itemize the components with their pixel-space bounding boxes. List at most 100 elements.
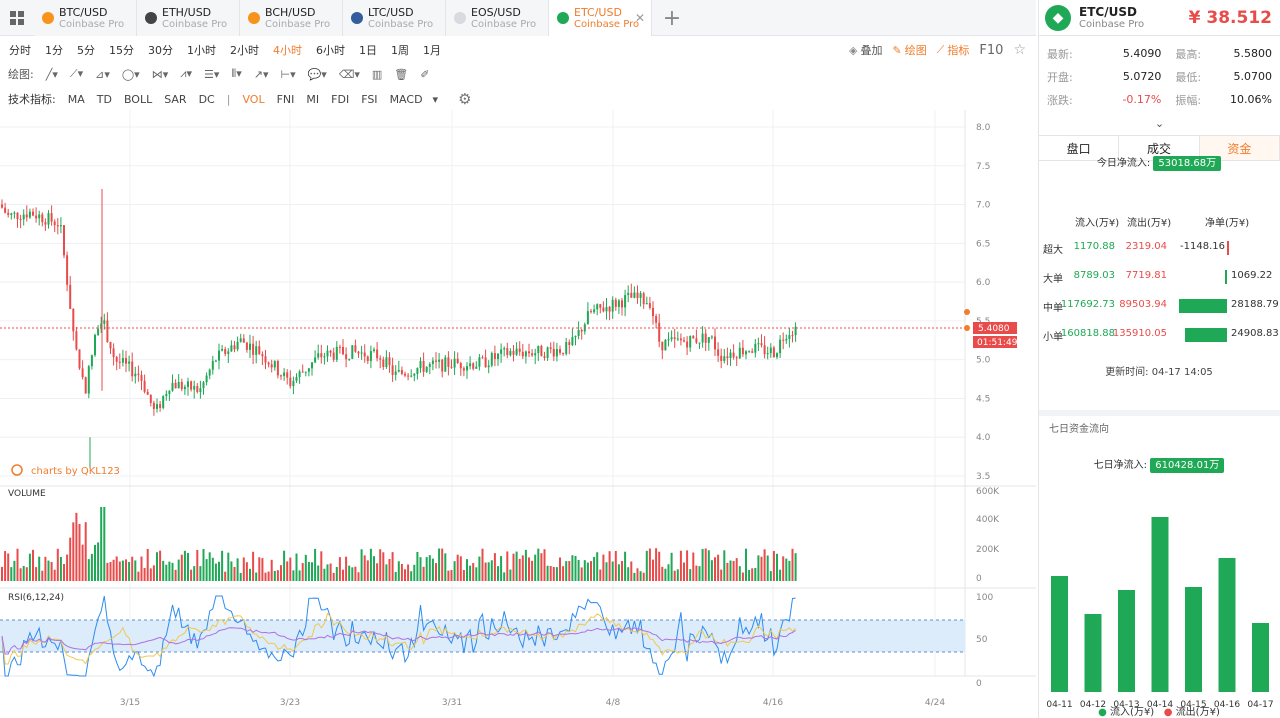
candle-body [614,299,617,307]
candle-body [450,366,453,368]
star-icon[interactable]: ☆ [1013,42,1026,58]
symbol-tab-etc-usd[interactable]: ETC/USD Coinbase Pro ✕ [549,0,652,36]
volume-bar [704,548,707,581]
volume-bar [301,563,304,581]
trash-icon[interactable]: 🗑 [394,68,408,81]
period-10[interactable]: 1周 [386,42,414,58]
indicator-boll[interactable]: BOLL [124,93,152,106]
candle-body [199,388,202,393]
ray-tool-icon[interactable]: ⟋▾ [70,67,83,81]
period-4[interactable]: 30分 [143,42,178,58]
stat-value: -0.17% [1122,93,1162,106]
fibonacci-tool-icon[interactable]: ☰▾ [204,68,219,81]
line-tool-icon[interactable]: ╱▾ [46,68,58,81]
period-8[interactable]: 6小时 [311,42,350,58]
expand-chevron-icon[interactable]: ⌄ [1039,117,1280,131]
indicator-fni[interactable]: FNI [277,93,295,106]
symbol-tab-eth-usd[interactable]: ETH/USD Coinbase Pro [137,0,240,36]
volume-bar [236,558,239,581]
arrow-tool-icon[interactable]: ↗▾ [254,68,269,81]
candle-body [320,353,323,358]
grid-menu-icon[interactable] [0,0,34,36]
indicator-button[interactable]: ⟋ 指标 [937,42,970,58]
volume-bar [515,551,518,581]
period-7[interactable]: 4小时 [268,42,307,58]
period-3[interactable]: 15分 [104,42,139,58]
draw-button[interactable]: ✎ 绘图 [892,42,926,58]
candle-body [723,356,726,361]
seven-day-title: 七日资金流向 [1049,424,1109,435]
indicator-macd[interactable]: MACD [390,93,423,106]
indicator-td[interactable]: TD [97,93,112,106]
pair-name: ETC/USD [1079,5,1137,19]
indicator-mi[interactable]: MI [306,93,319,106]
volume-bar [270,559,273,581]
candle-body [704,333,707,343]
dropdown-icon[interactable]: ▾ [433,93,439,106]
volume-bar [292,570,295,581]
volume-bar [776,553,778,581]
indicator-dc[interactable]: DC [199,93,215,106]
volume-bar [509,569,512,581]
flow-net: 24908.83 [1231,328,1279,339]
flow-net: 1069.22 [1231,270,1273,281]
candle-body [140,374,143,381]
volume-bar [75,512,78,581]
comment-tool-icon[interactable]: 💬▾ [308,68,327,81]
volume-bar [317,565,320,581]
volume-bar [568,561,571,581]
candle-body [295,377,298,381]
candle-body [524,351,527,357]
period-0[interactable]: 分时 [4,42,36,58]
settings-gear-icon[interactable]: ⚙ [458,90,471,108]
bars-icon[interactable]: ▥ [372,68,382,81]
indicator-fsi[interactable]: FSI [361,93,377,106]
circle-tool-icon[interactable]: ◯▾ [122,68,140,81]
candle-body [245,342,248,350]
indicator-fdi[interactable]: FDI [331,93,349,106]
period-11[interactable]: 1月 [418,42,446,58]
add-tab-button[interactable]: + [652,0,692,36]
candle-body [738,347,741,359]
tab-exchange: Coinbase Pro [59,18,125,30]
period-5[interactable]: 1小时 [182,42,221,58]
price-tick: 4.0 [976,433,991,443]
symbol-tab-bch-usd[interactable]: BCH/USD Coinbase Pro [240,0,343,36]
indicator-sar[interactable]: SAR [164,93,186,106]
candle-body [94,334,96,356]
rsi-tick: 100 [976,593,993,603]
volume-bar [475,567,478,581]
volume-bar [599,569,602,581]
close-tab-icon[interactable]: ✕ [635,11,645,25]
overlay-button[interactable]: ◈ 叠加 [849,42,882,58]
candle-body [478,357,481,367]
candle-body [596,304,599,310]
candle-body [35,215,38,219]
indicator-ma[interactable]: MA [68,93,85,106]
period-6[interactable]: 2小时 [225,42,264,58]
period-9[interactable]: 1日 [354,42,382,58]
gann-tool-icon[interactable]: ⦀▾ [231,67,241,81]
symbol-tab-btc-usd[interactable]: BTC/USD Coinbase Pro [34,0,137,36]
candle-body [500,349,503,354]
right-panel: ◆ ETC/USD Coinbase Pro ¥ 38.512 最新: 5.40… [1038,0,1280,718]
volume-bar [500,556,503,581]
period-1[interactable]: 1分 [40,42,68,58]
f10-button[interactable]: F10 [979,43,1003,58]
indicator-vol[interactable]: VOL [242,93,264,106]
period-2[interactable]: 5分 [72,42,100,58]
pattern-tool-icon[interactable]: ⋈▾ [152,68,169,81]
measure-tool-icon[interactable]: ⊢▾ [280,68,295,81]
volume-bar [47,560,50,581]
coin-icon [557,12,569,24]
eraser-tool-icon[interactable]: ⌫▾ [339,68,360,81]
kline-chart[interactable]: 8.07.57.06.56.05.55.04.54.03.53/15 3/23 3/… [0,110,1036,718]
wave-tool-icon[interactable]: ⩘▾ [180,67,192,81]
brush-icon[interactable]: ✐ [420,68,429,81]
volume-bar [19,568,22,581]
symbol-tab-ltc-usd[interactable]: LTC/USD Coinbase Pro [343,0,446,36]
volume-bar [354,566,357,581]
channel-tool-icon[interactable]: ⊿▾ [95,68,110,81]
volume-bar [534,554,537,581]
symbol-tab-eos-usd[interactable]: EOS/USD Coinbase Pro [446,0,549,36]
